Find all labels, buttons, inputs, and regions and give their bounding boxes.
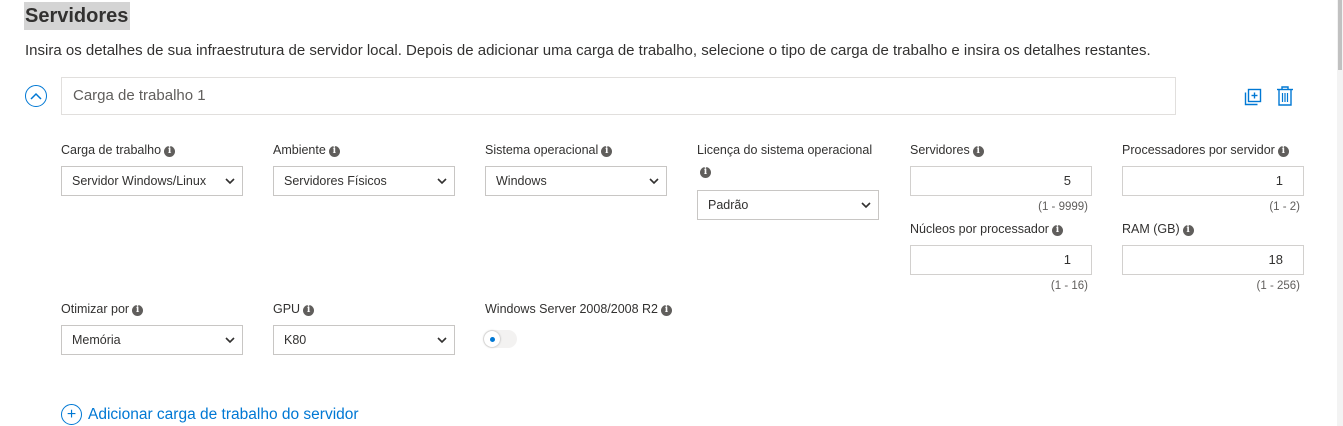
- trash-icon: [1277, 86, 1293, 106]
- scrollbar-thumb[interactable]: [1338, 0, 1342, 70]
- os-license-value: Padrão: [708, 198, 749, 212]
- environment-value: Servidores Físicos: [284, 174, 387, 188]
- info-icon[interactable]: i: [972, 146, 984, 157]
- servers-input[interactable]: 5: [910, 166, 1092, 196]
- optimize-by-select[interactable]: Memória: [61, 325, 243, 355]
- cores-range: (1 - 16): [1050, 280, 1088, 292]
- info-icon[interactable]: i: [1277, 146, 1289, 157]
- gpu-select[interactable]: K80: [273, 325, 455, 355]
- os-value: Windows: [496, 174, 547, 188]
- environment-select[interactable]: Servidores Físicos: [273, 166, 455, 196]
- workload-type-value: Servidor Windows/Linux: [72, 174, 207, 188]
- section-description: Insira os detalhes de sua infraestrutura…: [25, 42, 1151, 59]
- cores-label: Núcleos por processador i: [910, 222, 1063, 236]
- processors-label: Processadores por servidor i: [1122, 143, 1289, 157]
- os-select[interactable]: Windows: [485, 166, 667, 196]
- duplicate-workload-button[interactable]: [1242, 86, 1264, 108]
- ram-range: (1 - 256): [1256, 280, 1300, 292]
- collapse-workload-button[interactable]: [25, 85, 47, 107]
- section-title: Servidores: [24, 2, 131, 30]
- optimize-by-value: Memória: [72, 333, 121, 347]
- workload-type-select[interactable]: Servidor Windows/Linux: [61, 166, 243, 196]
- info-icon[interactable]: i: [1182, 225, 1194, 236]
- gpu-value: K80: [284, 333, 307, 347]
- ram-label: RAM (GB) i: [1122, 222, 1194, 236]
- optimize-by-label: Otimizar por i: [61, 302, 144, 316]
- processors-range: (1 - 2): [1269, 201, 1300, 213]
- windows-2008-label: Windows Server 2008/2008 R2 i: [485, 302, 673, 316]
- info-icon[interactable]: i: [661, 305, 673, 316]
- workload-name-input[interactable]: Carga de trabalho 1: [61, 77, 1176, 115]
- duplicate-icon: [1244, 88, 1262, 106]
- add-server-workload-link[interactable]: + Adicionar carga de trabalho do servido…: [61, 404, 359, 425]
- chevron-up-icon: [30, 92, 42, 100]
- chevron-down-icon: [437, 178, 447, 185]
- info-icon[interactable]: i: [132, 305, 144, 316]
- info-icon[interactable]: i: [601, 146, 613, 157]
- delete-workload-button[interactable]: [1274, 85, 1296, 107]
- os-label: Sistema operacional i: [485, 143, 613, 157]
- servers-label: Servidores i: [910, 143, 984, 157]
- info-icon[interactable]: i: [700, 167, 711, 178]
- windows-2008-toggle[interactable]: [483, 330, 517, 348]
- info-icon[interactable]: i: [164, 146, 176, 157]
- info-icon[interactable]: i: [328, 146, 340, 157]
- cores-input[interactable]: 1: [910, 245, 1092, 275]
- gpu-label: GPU i: [273, 302, 315, 316]
- environment-label: Ambiente i: [273, 143, 340, 157]
- processors-input[interactable]: 1: [1122, 166, 1304, 196]
- workload-type-label: Carga de trabalho i: [61, 143, 176, 157]
- os-license-select[interactable]: Padrão: [697, 190, 879, 220]
- add-workload-label: Adicionar carga de trabalho do servidor: [88, 405, 359, 423]
- chevron-down-icon: [861, 202, 871, 209]
- plus-circle-icon: +: [61, 404, 82, 425]
- ram-input[interactable]: 18: [1122, 245, 1304, 275]
- info-icon[interactable]: i: [303, 305, 315, 316]
- chevron-down-icon: [649, 178, 659, 185]
- chevron-down-icon: [225, 178, 235, 185]
- servers-range: (1 - 9999): [1038, 201, 1088, 213]
- info-icon[interactable]: i: [1051, 225, 1063, 236]
- chevron-down-icon: [225, 337, 235, 344]
- scrollbar[interactable]: [1337, 0, 1343, 426]
- toggle-knob: [484, 331, 500, 347]
- os-license-label: Licença do sistema operacional: [697, 143, 873, 157]
- chevron-down-icon: [437, 337, 447, 344]
